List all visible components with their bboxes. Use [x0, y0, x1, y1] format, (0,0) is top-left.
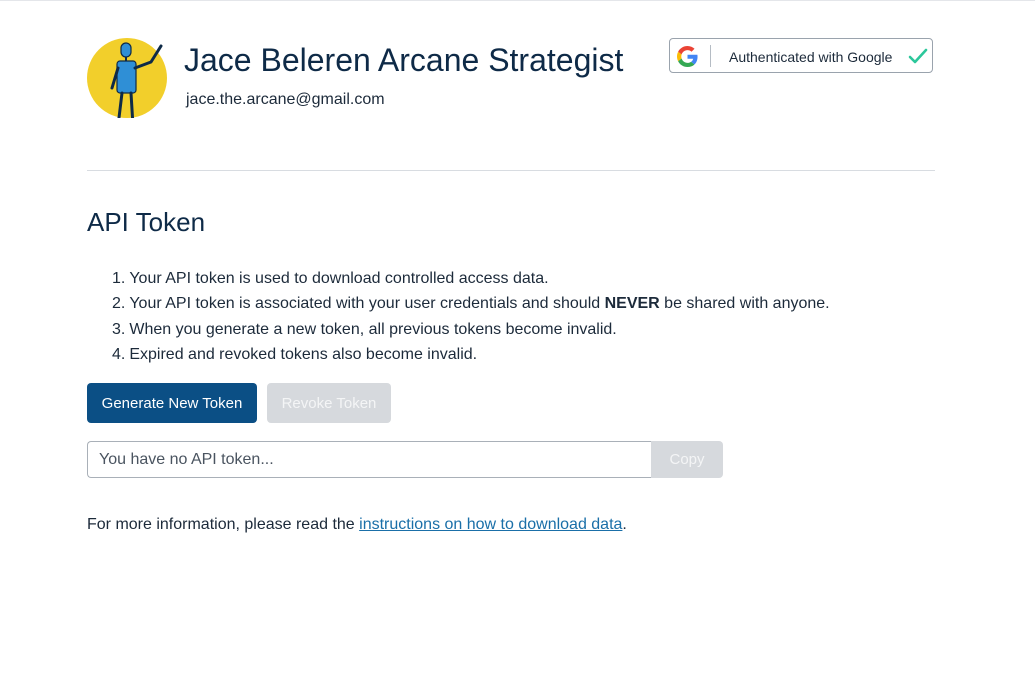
- auth-status-label: Authenticated with Google: [729, 49, 893, 65]
- badge-separator: [710, 45, 711, 67]
- list-item-text: be shared with anyone.: [659, 295, 830, 313]
- list-item-number: 1.: [112, 270, 126, 287]
- list-item: 4. Expired and revoked tokens also become…: [112, 342, 830, 367]
- list-item-number: 3.: [112, 320, 126, 338]
- download-instructions-link[interactable]: instructions on how to download data: [359, 516, 622, 533]
- list-item-text: Your API token is associated with your u…: [129, 295, 605, 313]
- more-info-suffix: .: [622, 516, 627, 533]
- person-waving-avatar-icon: [87, 38, 167, 128]
- list-item-number: 4.: [112, 345, 126, 363]
- list-item-number: 2.: [112, 295, 126, 313]
- list-item-text: Expired and revoked tokens also become i…: [129, 345, 478, 363]
- google-icon: [677, 46, 698, 67]
- generate-token-button[interactable]: Generate New Token: [87, 383, 257, 423]
- api-token-info-list: 1. Your API token is used to download con…: [112, 266, 830, 367]
- list-item-emphasis: NEVER: [604, 295, 660, 313]
- list-item-text: Your API token is used to download contr…: [129, 270, 549, 287]
- copy-token-button[interactable]: Copy: [651, 441, 723, 478]
- profile-name: Jace Beleren Arcane Strategist: [184, 42, 624, 78]
- api-token-field[interactable]: [87, 441, 651, 478]
- more-info-prefix: For more information, please read the: [87, 516, 360, 533]
- profile-email: jace.the.arcane@gmail.com: [186, 91, 385, 108]
- section-title: API Token: [87, 207, 206, 237]
- section-divider: [87, 170, 935, 171]
- more-info-text: For more information, please read the in…: [87, 513, 627, 537]
- list-item: 1. Your API token is used to download con…: [112, 266, 830, 291]
- list-item-text: When you generate a new token, all previ…: [129, 320, 617, 338]
- checkmark-icon: [908, 47, 928, 65]
- list-item: 3. When you generate a new token, all pre…: [112, 317, 830, 342]
- revoke-token-button[interactable]: Revoke Token: [267, 383, 391, 423]
- list-item: 2. Your API token is associated with your…: [112, 291, 830, 316]
- auth-status-badge: Authenticated with Google: [669, 38, 933, 73]
- account-page: Jace Beleren Arcane Strategist jace.the.…: [87, 0, 935, 678]
